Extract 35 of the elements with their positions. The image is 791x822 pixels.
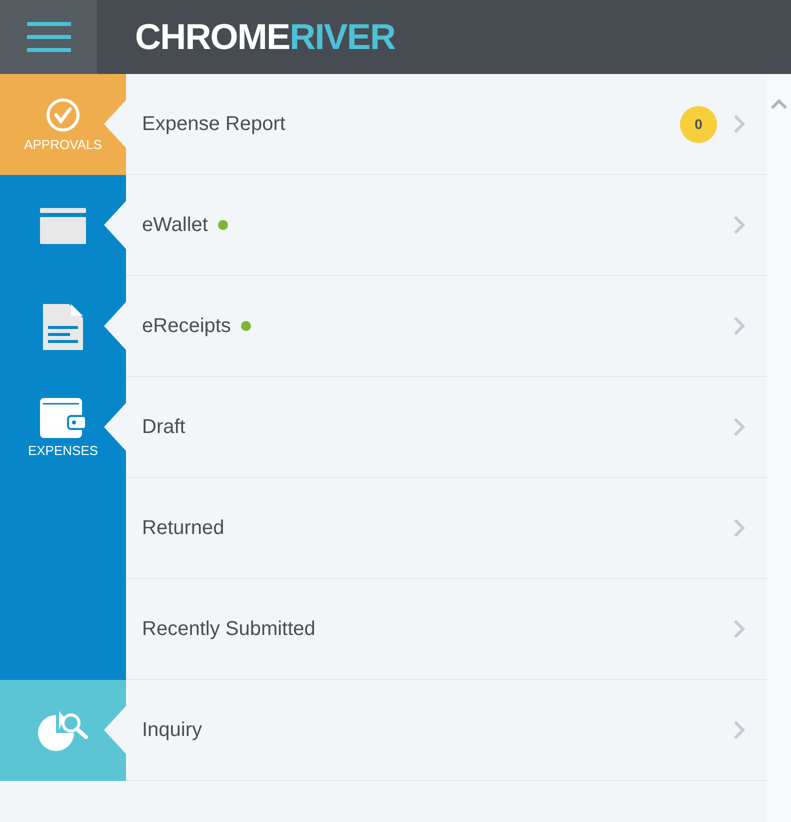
sidebar-section[interactable]: EXPENSES	[0, 377, 126, 478]
item-label: Recently Submitted	[142, 617, 316, 642]
chevron-right-icon	[733, 114, 745, 134]
wallet-icon	[40, 398, 86, 438]
document-icon	[43, 304, 83, 350]
sidebar-section[interactable]	[0, 680, 126, 781]
item-label: eWallet	[142, 213, 208, 238]
item-label: Draft	[142, 415, 186, 440]
pointer-notch	[104, 100, 126, 148]
chevron-right-icon	[733, 417, 745, 437]
item-label: Expense Report	[142, 112, 286, 137]
item-label: eReceipts	[142, 314, 231, 339]
nav-label: APPROVALS	[24, 138, 102, 151]
chevron-right-icon	[733, 215, 745, 235]
menu-icon	[26, 22, 70, 52]
item-label: Returned	[142, 516, 224, 541]
checkmark-circle-icon	[46, 98, 80, 132]
pointer-notch	[104, 302, 126, 350]
menu-button[interactable]	[0, 0, 97, 74]
list-item[interactable]: Expense Report 0	[126, 74, 767, 175]
sidebar-section[interactable]	[0, 175, 126, 276]
pointer-notch	[104, 706, 126, 754]
count-badge: 0	[680, 106, 717, 142]
chevron-right-icon	[733, 316, 745, 336]
chevron-right-icon	[733, 518, 745, 538]
chevron-right-icon	[733, 619, 745, 639]
pointer-notch	[104, 403, 126, 451]
chevron-right-icon	[733, 720, 745, 740]
card-icon	[40, 208, 86, 244]
logo: CHROMERIVER	[135, 19, 396, 55]
nav-label: EXPENSES	[28, 444, 98, 457]
pointer-notch	[104, 201, 126, 249]
pie-chart-magnifier-icon	[36, 708, 90, 752]
scroll-up-icon[interactable]	[770, 98, 788, 110]
item-label: Inquiry	[142, 718, 202, 743]
